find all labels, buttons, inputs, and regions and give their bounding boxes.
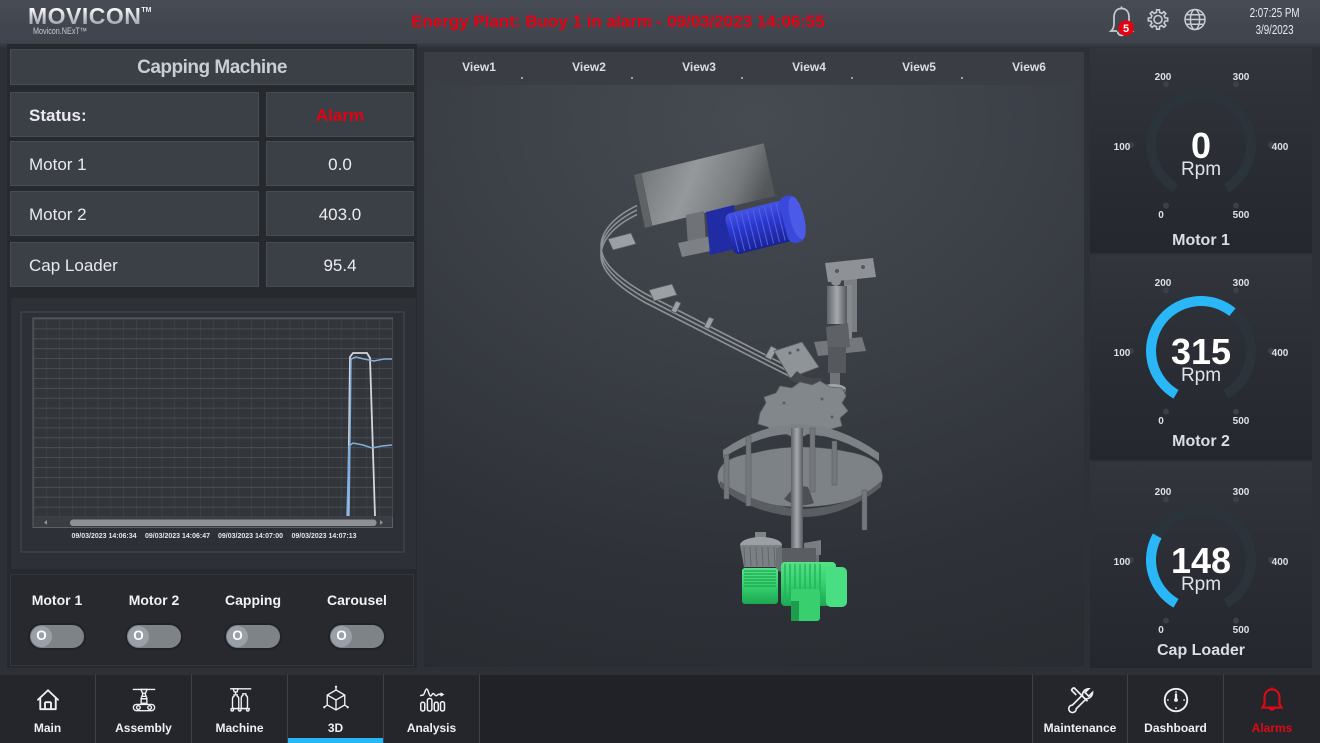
svg-text:09/03/2023 14:07:13: 09/03/2023 14:07:13 bbox=[292, 533, 357, 540]
svg-text:0: 0 bbox=[1158, 210, 1164, 221]
svg-text:09/03/2023 14:07:00: 09/03/2023 14:07:00 bbox=[218, 533, 283, 540]
svg-text:500: 500 bbox=[1233, 210, 1250, 221]
svg-text:300: 300 bbox=[1233, 278, 1250, 289]
svg-text:400: 400 bbox=[1272, 348, 1289, 359]
svg-text:400: 400 bbox=[1272, 142, 1289, 153]
svg-text:0: 0 bbox=[1158, 625, 1164, 636]
svg-text:500: 500 bbox=[1233, 625, 1250, 636]
svg-text:Rpm: Rpm bbox=[1181, 159, 1221, 180]
svg-text:Rpm: Rpm bbox=[1181, 365, 1221, 386]
svg-text:09/03/2023 14:06:47: 09/03/2023 14:06:47 bbox=[145, 533, 210, 540]
svg-text:0: 0 bbox=[1158, 416, 1164, 427]
svg-text:200: 200 bbox=[1155, 72, 1172, 83]
svg-text:09/03/2023 14:06:34: 09/03/2023 14:06:34 bbox=[72, 533, 137, 540]
svg-text:100: 100 bbox=[1114, 557, 1131, 568]
svg-text:500: 500 bbox=[1233, 416, 1250, 427]
svg-text:400: 400 bbox=[1272, 557, 1289, 568]
svg-text:300: 300 bbox=[1233, 487, 1250, 498]
svg-text:200: 200 bbox=[1155, 487, 1172, 498]
svg-text:Rpm: Rpm bbox=[1181, 574, 1221, 595]
svg-text:5: 5 bbox=[1123, 23, 1129, 35]
svg-text:100: 100 bbox=[1114, 142, 1131, 153]
svg-text:100: 100 bbox=[1114, 348, 1131, 359]
svg-text:200: 200 bbox=[1155, 278, 1172, 289]
svg-text:300: 300 bbox=[1233, 72, 1250, 83]
